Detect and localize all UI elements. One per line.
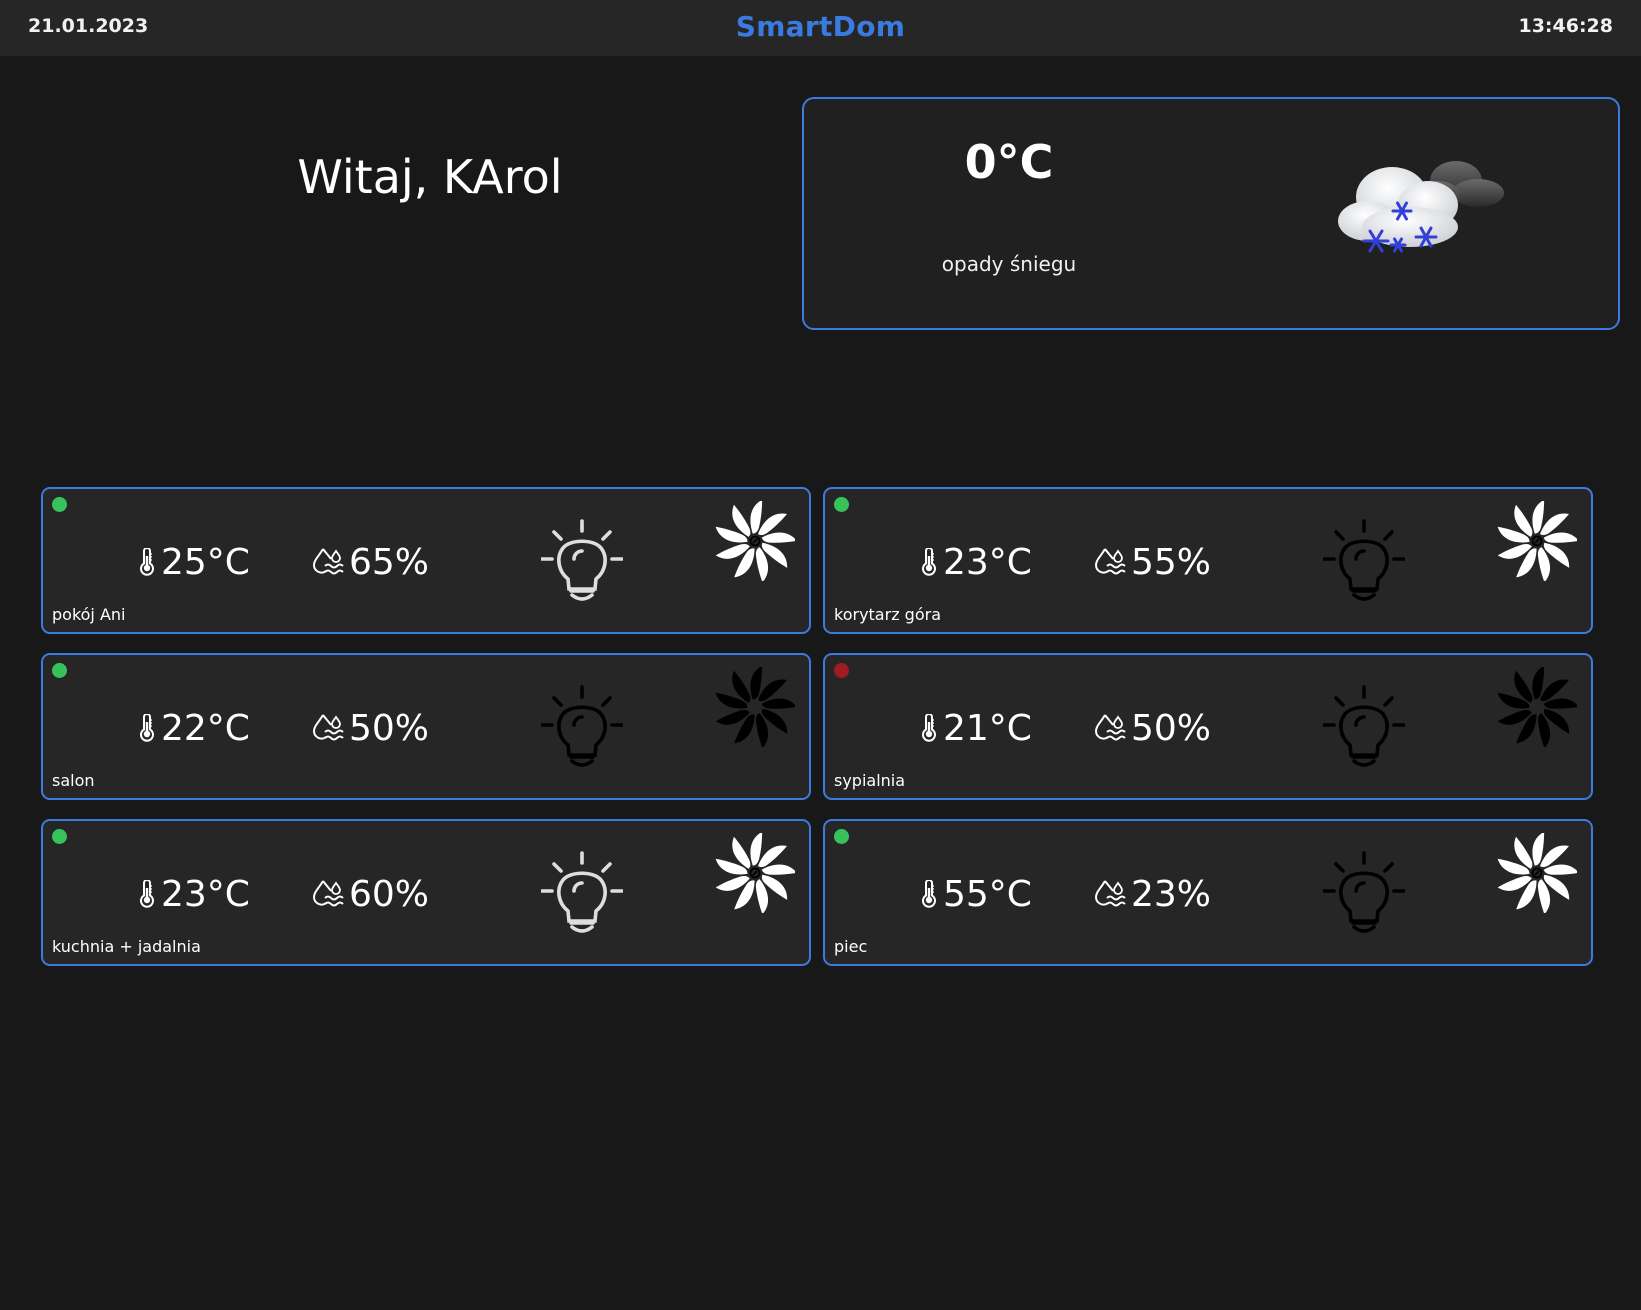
fan-icon[interactable] xyxy=(715,501,795,581)
room-name: kuchnia + jadalnia xyxy=(52,937,201,956)
fan-icon[interactable] xyxy=(1497,667,1577,747)
room-name: salon xyxy=(52,771,95,790)
thermometer-icon xyxy=(140,880,154,908)
status-indicator xyxy=(52,829,67,844)
humidity-value: 65% xyxy=(349,541,430,583)
temperature-reading: 23°C xyxy=(137,873,250,915)
humidity-icon xyxy=(312,548,344,575)
humidity-value: 60% xyxy=(349,873,430,915)
humidity-value: 50% xyxy=(1131,707,1212,749)
snow-cloud-icon xyxy=(1338,161,1504,253)
thermometer-icon xyxy=(140,714,154,742)
humidity-reading: 55% xyxy=(1093,541,1212,583)
status-indicator xyxy=(52,663,67,678)
room-card-2[interactable]: 23°C 55% korytarz góra xyxy=(823,487,1593,634)
humidity-reading: 60% xyxy=(311,873,430,915)
humidity-reading: 50% xyxy=(1093,707,1212,749)
weather-description: opady śniegu xyxy=(941,252,1077,276)
thermometer-icon xyxy=(922,880,936,908)
temperature-value: 23°C xyxy=(161,873,250,915)
room-name: sypialnia xyxy=(834,771,906,790)
thermometer-icon xyxy=(922,548,936,576)
room-card-3[interactable]: 22°C 50% salon xyxy=(41,653,811,800)
top-bar: 21.01.2023 SmartDom 13:46:28 xyxy=(0,0,1641,56)
humidity-value: 50% xyxy=(349,707,430,749)
humidity-icon xyxy=(1094,714,1126,741)
temperature-value: 22°C xyxy=(161,707,250,749)
temperature-value: 55°C xyxy=(943,873,1032,915)
light-bulb-icon[interactable] xyxy=(541,519,623,603)
status-indicator xyxy=(52,497,67,512)
temperature-reading: 23°C xyxy=(919,541,1032,583)
humidity-reading: 23% xyxy=(1093,873,1212,915)
humidity-icon xyxy=(312,714,344,741)
status-indicator xyxy=(834,663,849,678)
temperature-value: 25°C xyxy=(161,541,250,583)
humidity-value: 23% xyxy=(1131,873,1212,915)
light-bulb-icon[interactable] xyxy=(1323,851,1405,935)
temperature-reading: 22°C xyxy=(137,707,250,749)
humidity-icon xyxy=(1094,880,1126,907)
weather-card: 0°C opady śniegu xyxy=(802,97,1620,330)
room-card-6[interactable]: 55°C 23% piec xyxy=(823,819,1593,966)
humidity-reading: 65% xyxy=(311,541,430,583)
fan-icon[interactable] xyxy=(1497,833,1577,913)
temperature-reading: 55°C xyxy=(919,873,1032,915)
app-title: SmartDom xyxy=(735,10,906,43)
status-indicator xyxy=(834,829,849,844)
current-time: 13:46:28 xyxy=(1518,15,1613,37)
temperature-reading: 21°C xyxy=(919,707,1032,749)
thermometer-icon xyxy=(922,714,936,742)
room-name: pokój Ani xyxy=(52,605,126,624)
status-indicator xyxy=(834,497,849,512)
fan-icon[interactable] xyxy=(1497,501,1577,581)
thermometer-icon xyxy=(140,548,154,576)
temperature-value: 21°C xyxy=(943,707,1032,749)
light-bulb-icon[interactable] xyxy=(1323,685,1405,769)
fan-icon[interactable] xyxy=(715,833,795,913)
humidity-reading: 50% xyxy=(311,707,430,749)
light-bulb-icon[interactable] xyxy=(541,685,623,769)
temperature-reading: 25°C xyxy=(137,541,250,583)
light-bulb-icon[interactable] xyxy=(1323,519,1405,603)
room-card-4[interactable]: 21°C 50% sypialnia xyxy=(823,653,1593,800)
light-bulb-icon[interactable] xyxy=(541,851,623,935)
temperature-value: 23°C xyxy=(943,541,1032,583)
fan-icon[interactable] xyxy=(715,667,795,747)
room-card-5[interactable]: 23°C 60% kuchnia + jadalnia xyxy=(41,819,811,966)
room-name: korytarz góra xyxy=(834,605,941,624)
humidity-icon xyxy=(1094,548,1126,575)
weather-temperature: 0°C xyxy=(964,135,1054,189)
room-name: piec xyxy=(834,937,868,956)
greeting-text: Witaj, KArol xyxy=(297,150,563,204)
humidity-value: 55% xyxy=(1131,541,1212,583)
room-card-1[interactable]: 25°C 65% pokój Ani xyxy=(41,487,811,634)
humidity-icon xyxy=(312,880,344,907)
